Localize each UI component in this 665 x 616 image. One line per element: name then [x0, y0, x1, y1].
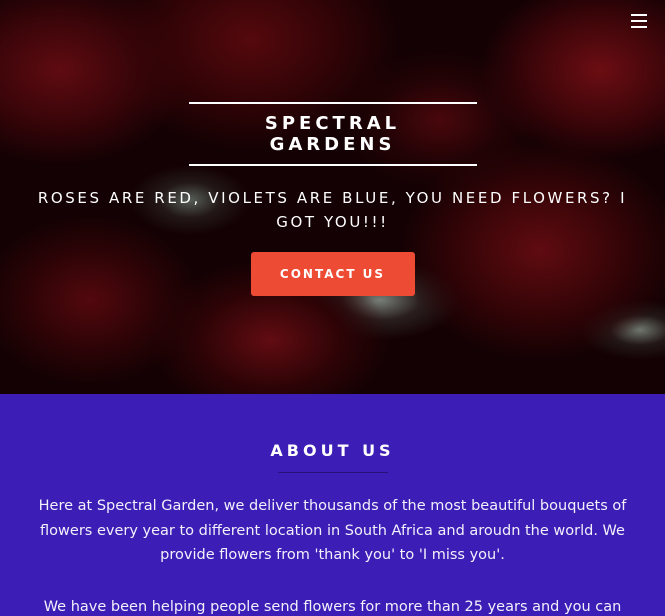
about-heading: ABOUT US — [270, 441, 395, 460]
hero-content: SPECTRAL GARDENS ROSES ARE RED, VIOLETS … — [0, 102, 665, 296]
about-divider — [277, 472, 388, 473]
hero-tagline: ROSES ARE RED, VIOLETS ARE BLUE, YOU NEE… — [37, 189, 628, 231]
about-paragraph: Here at Spectral Garden, we deliver thou… — [38, 498, 627, 563]
contact-us-button[interactable]: CONTACT US — [250, 252, 415, 296]
about-paragraph-2: We have been helping people send flowers… — [43, 598, 622, 615]
about-section: ABOUT US Here at Spectral Garden, we del… — [0, 394, 665, 616]
hero-section: SPECTRAL GARDENS ROSES ARE RED, VIOLETS … — [0, 0, 665, 394]
brand-title: SPECTRAL GARDENS — [188, 102, 477, 166]
hamburger-menu-icon[interactable] — [631, 14, 647, 28]
